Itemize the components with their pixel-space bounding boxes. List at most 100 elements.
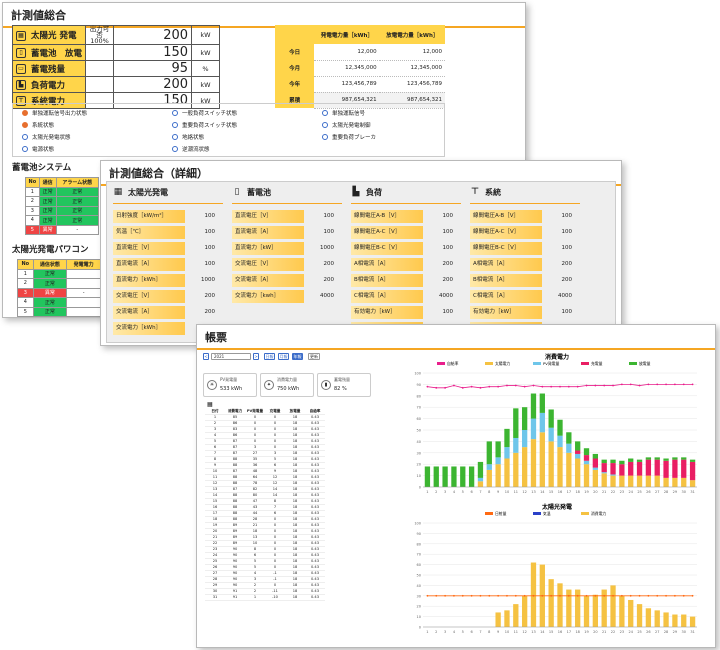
status-label: 逆潮流状態	[182, 147, 210, 153]
measurement-value: 200	[113, 76, 193, 93]
bar-segment	[610, 474, 616, 476]
status-label: 一般負荷スイッチ状態	[182, 111, 238, 117]
detail-row: 直流電圧［V］ 100	[113, 242, 217, 255]
bar-segment	[681, 459, 687, 478]
bar-segment	[557, 435, 563, 448]
table-cell: 正常	[32, 297, 68, 308]
solar-icon: ▦	[113, 186, 123, 197]
detail-row: C相電流［A］ 4000	[351, 290, 455, 303]
detail-label: 日射強度［kW/m²］	[113, 210, 185, 223]
status-indicator: 電源状態	[22, 145, 54, 153]
table-cell	[66, 268, 101, 279]
y-tick-label: 90	[417, 383, 421, 387]
detail-column-title: 蓄電池	[247, 188, 271, 197]
generated-energy: 123,456,789	[314, 76, 380, 93]
bar-segment	[513, 604, 519, 627]
bar-segment	[619, 460, 625, 465]
x-tick-label: 14	[540, 630, 545, 634]
y-tick-label: 40	[417, 584, 421, 588]
next-button[interactable]: >	[253, 353, 259, 360]
line-point	[488, 385, 491, 388]
detail-column-title: 負荷	[366, 188, 382, 197]
line-point	[514, 594, 517, 597]
detail-value: 100	[204, 261, 216, 267]
detail-value: 100	[323, 213, 335, 219]
summary-period: 今年	[275, 76, 315, 92]
prev-button[interactable]: <	[203, 353, 209, 360]
table-header: No 通信状態 発電電力	[17, 259, 101, 270]
bar-segment	[513, 452, 519, 487]
bar-segment	[548, 441, 554, 487]
measurement-row: ▙ 負荷電力 200 kW	[11, 76, 221, 93]
bar-segment	[495, 441, 501, 458]
line-point	[674, 594, 676, 597]
line-point	[691, 594, 694, 597]
factory-icon: ▙	[352, 186, 360, 197]
x-tick-label: 24	[628, 490, 633, 494]
detail-label: 線間電圧B-C［V］	[470, 242, 542, 255]
line-point	[656, 383, 659, 386]
table-cell	[66, 297, 101, 308]
line-point	[638, 594, 641, 597]
table-cell: 5	[25, 224, 40, 235]
line-point	[426, 385, 429, 388]
measurement-unit: kW	[191, 76, 221, 93]
x-tick-label: 10	[505, 490, 509, 494]
bar-segment	[583, 595, 590, 627]
x-tick-label: 27	[655, 490, 659, 494]
bar-segment	[689, 480, 696, 487]
y-tick-label: 90	[417, 532, 421, 536]
detail-column: ▙ 負荷 線間電圧A-B［V］ 100 線間電圧A-C［V］ 100 線間電圧B-C［V］ 1…	[351, 182, 461, 342]
bar-segment	[601, 463, 607, 473]
x-tick-label: 2	[435, 490, 437, 494]
detail-value: 100	[561, 245, 573, 251]
measurement-label: 太陽光 発電	[31, 31, 77, 41]
x-tick-label: 23	[620, 630, 624, 634]
date-picker[interactable]: 2021	[211, 353, 251, 360]
line-point	[541, 594, 544, 597]
x-tick-label: 16	[558, 490, 562, 494]
line-point	[612, 594, 614, 597]
line-point	[585, 384, 588, 387]
detail-row: 気温［℃］ 100	[113, 226, 217, 239]
line-point	[647, 383, 650, 386]
factory-icon: ▙	[16, 80, 26, 90]
measurement-value: 200	[113, 25, 193, 45]
line-point	[426, 594, 429, 597]
table-row: 5 正常	[17, 306, 101, 317]
legend-label: 充電量	[591, 361, 603, 366]
x-tick-label: 14	[540, 490, 545, 494]
monthly-button[interactable]: 月報	[278, 353, 289, 360]
measurement-row: ▦ 太陽光 発電 出力可否 100% 200 kW	[11, 25, 221, 45]
y-tick-label: 10	[417, 615, 421, 619]
line-point	[620, 383, 623, 386]
yearly-button[interactable]: 年報	[292, 353, 303, 360]
summary-header-cell	[275, 25, 315, 44]
x-tick-label: 11	[514, 630, 518, 634]
y-tick-label: 20	[417, 463, 421, 467]
bar-segment	[601, 473, 607, 487]
measurement-label: 蓄電池 放電	[31, 48, 83, 59]
detail-label: 交流電圧［V］	[113, 290, 185, 303]
table-cell	[66, 278, 101, 289]
line-point	[461, 386, 464, 389]
x-tick-label: 30	[682, 630, 686, 634]
detail-label: 直流電流［A］	[113, 258, 185, 271]
bar-segment	[424, 466, 431, 487]
summary-period: 今日	[275, 44, 315, 60]
detail-value: 4000	[320, 293, 334, 299]
daily-button[interactable]: 日報	[264, 353, 275, 360]
bar-segment	[575, 441, 581, 451]
table-cell: 正常	[55, 215, 100, 226]
x-tick-label: 22	[611, 630, 615, 634]
table-row: 5 異常 -	[25, 224, 100, 235]
detail-row: 交流電力［kwh］ 4000	[232, 290, 336, 303]
refresh-button[interactable]: 更新	[308, 353, 320, 360]
summary-header: 発電電力量［kWh］ 放電電力量［kWh］	[275, 25, 445, 44]
detail-value: 100	[442, 309, 454, 315]
measurement-label-cell: ▦ 太陽光 発電	[11, 25, 87, 45]
y-tick-label: 80	[417, 542, 421, 546]
y-tick-label: 60	[417, 417, 421, 421]
line-point	[541, 385, 544, 388]
legend-label: 放電量	[639, 361, 651, 366]
